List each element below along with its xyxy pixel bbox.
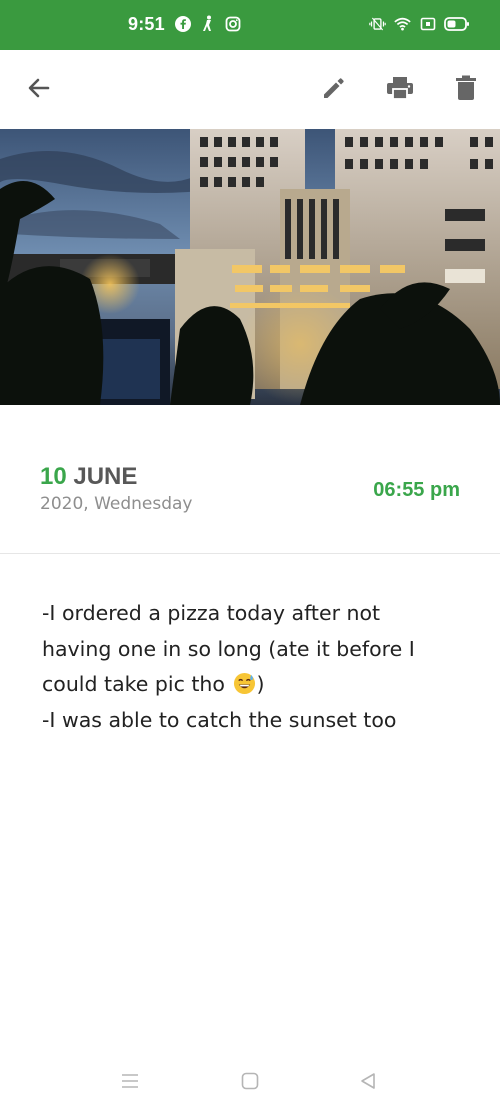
status-right-icons [369, 15, 470, 32]
instagram-icon [224, 15, 241, 32]
entry-line: having one in so long (ate it before I [42, 636, 415, 661]
print-button[interactable] [382, 72, 418, 108]
edit-icon [320, 74, 348, 107]
entry-date: 10 JUNE 2020, Wednesday [40, 462, 193, 514]
date-subtitle: 2020, Wednesday [40, 494, 193, 514]
status-bar: 9:51 [0, 0, 500, 50]
grinning-sweat-emoji-icon [233, 671, 256, 695]
delete-button[interactable] [448, 72, 484, 108]
city-sunset-photo [0, 129, 500, 405]
recent-apps-button[interactable] [112, 1065, 148, 1101]
divider [0, 553, 500, 554]
home-button[interactable] [232, 1065, 268, 1101]
print-icon [385, 74, 415, 107]
facebook-icon [174, 15, 191, 32]
entry-photo[interactable] [0, 129, 500, 405]
status-left-icons [174, 15, 241, 32]
delete-icon [455, 74, 477, 107]
navigation-bar [0, 1053, 500, 1111]
sim-icon [419, 15, 436, 32]
date-month: JUNE [73, 463, 138, 490]
battery-icon [444, 15, 470, 32]
date-heading: 10 JUNE [40, 462, 193, 492]
back-arrow-icon [26, 75, 52, 106]
notification-icon [199, 15, 216, 32]
toolbar [0, 50, 500, 129]
entry-body[interactable]: -I ordered a pizza today after not havin… [42, 596, 472, 738]
entry-line-text: ) [256, 672, 265, 696]
entry-line: -I ordered a pizza today after not [42, 601, 381, 625]
home-icon [241, 1072, 259, 1095]
vibrate-icon [369, 15, 386, 32]
entry-time: 06:55 pm [373, 479, 460, 501]
back-triangle-icon [359, 1072, 377, 1095]
status-time: 9:51 [128, 14, 165, 34]
entry-line: -I was able to catch the sunset too [42, 707, 397, 732]
edit-button[interactable] [316, 72, 352, 108]
wifi-icon [394, 15, 411, 32]
menu-icon [120, 1073, 140, 1094]
entry-line-text: could take pic tho [42, 672, 225, 696]
entry-line: could take pic tho ) [42, 667, 472, 703]
back-button[interactable] [21, 72, 57, 108]
system-back-button[interactable] [350, 1065, 386, 1101]
date-day: 10 [40, 463, 67, 490]
